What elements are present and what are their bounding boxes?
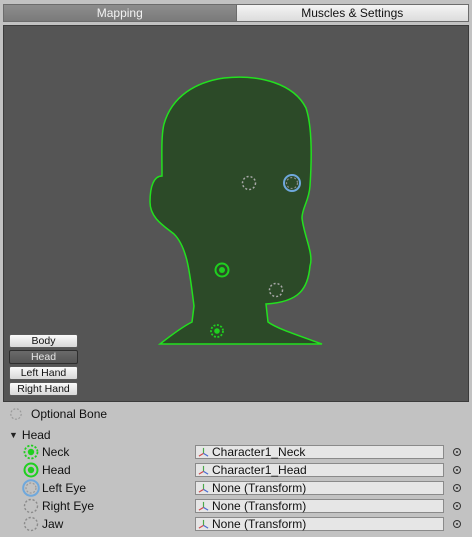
- legend-optional-bone: Optional Bone: [9, 407, 107, 421]
- selected-bone-icon: [22, 479, 40, 497]
- body-part-right-hand-button[interactable]: Right Hand: [9, 382, 78, 396]
- transform-value: None (Transform): [212, 499, 307, 513]
- transform-field-left-eye[interactable]: None (Transform): [195, 481, 444, 495]
- head-outline: [149, 76, 323, 345]
- legend-label: Optional Bone: [31, 407, 108, 421]
- mapped-optional-bone-icon: [23, 444, 39, 460]
- transform-value: None (Transform): [212, 517, 307, 531]
- transform-icon: [198, 447, 209, 457]
- tab-muscles-settings[interactable]: Muscles & Settings: [235, 4, 469, 22]
- bone-name: Left Eye: [42, 481, 87, 495]
- transform-field-head[interactable]: Character1_Head: [195, 463, 444, 477]
- transform-icon: [198, 501, 209, 511]
- body-part-selector: Body Head Left Hand Right Hand: [9, 334, 78, 398]
- mapped-required-bone-icon: [23, 462, 39, 478]
- body-part-body-button[interactable]: Body: [9, 334, 78, 348]
- head-section-header[interactable]: ▼ Head: [9, 428, 51, 442]
- body-part-left-hand-button[interactable]: Left Hand: [9, 366, 78, 380]
- section-title: Head: [21, 428, 51, 442]
- bone-name: Neck: [42, 445, 70, 459]
- object-picker-icon[interactable]: [453, 466, 461, 474]
- bone-row-left-eye: Left Eye None (Transform): [22, 479, 467, 497]
- transform-field-jaw[interactable]: None (Transform): [195, 517, 444, 531]
- body-part-head-button[interactable]: Head: [9, 350, 78, 364]
- empty-optional-bone-icon: [23, 498, 39, 514]
- transform-field-neck[interactable]: Character1_Neck: [195, 445, 444, 459]
- bone-row-jaw: Jaw None (Transform): [22, 515, 467, 533]
- optional-bone-icon: [10, 408, 22, 420]
- expand-caret-icon[interactable]: ▼: [9, 430, 18, 440]
- tab-mapping[interactable]: Mapping: [3, 4, 236, 22]
- bone-name: Right Eye: [42, 499, 95, 513]
- bone-row-neck: Neck Character1_Neck: [22, 443, 467, 461]
- object-picker-icon[interactable]: [453, 484, 461, 492]
- transform-field-right-eye[interactable]: None (Transform): [195, 499, 444, 513]
- transform-value: None (Transform): [212, 481, 307, 495]
- empty-optional-bone-icon: [23, 516, 39, 532]
- object-picker-icon[interactable]: [453, 448, 461, 456]
- bone-mapping-panel: Optional Bone ▼ Head Neck Character1_Nec…: [3, 402, 469, 537]
- transform-value: Character1_Head: [212, 463, 307, 477]
- transform-value: Character1_Neck: [212, 445, 306, 459]
- transform-icon: [198, 483, 209, 493]
- object-picker-icon[interactable]: [453, 520, 461, 528]
- transform-icon: [198, 465, 209, 475]
- bone-name: Head: [42, 463, 71, 477]
- bone-row-right-eye: Right Eye None (Transform): [22, 497, 467, 515]
- avatar-head-view: Body Head Left Hand Right Hand: [3, 25, 469, 402]
- object-picker-icon[interactable]: [453, 502, 461, 510]
- transform-icon: [198, 519, 209, 529]
- bone-row-head: Head Character1_Head: [22, 461, 467, 479]
- bone-name: Jaw: [42, 517, 64, 531]
- inspector-tabs: Mapping Muscles & Settings: [3, 4, 469, 22]
